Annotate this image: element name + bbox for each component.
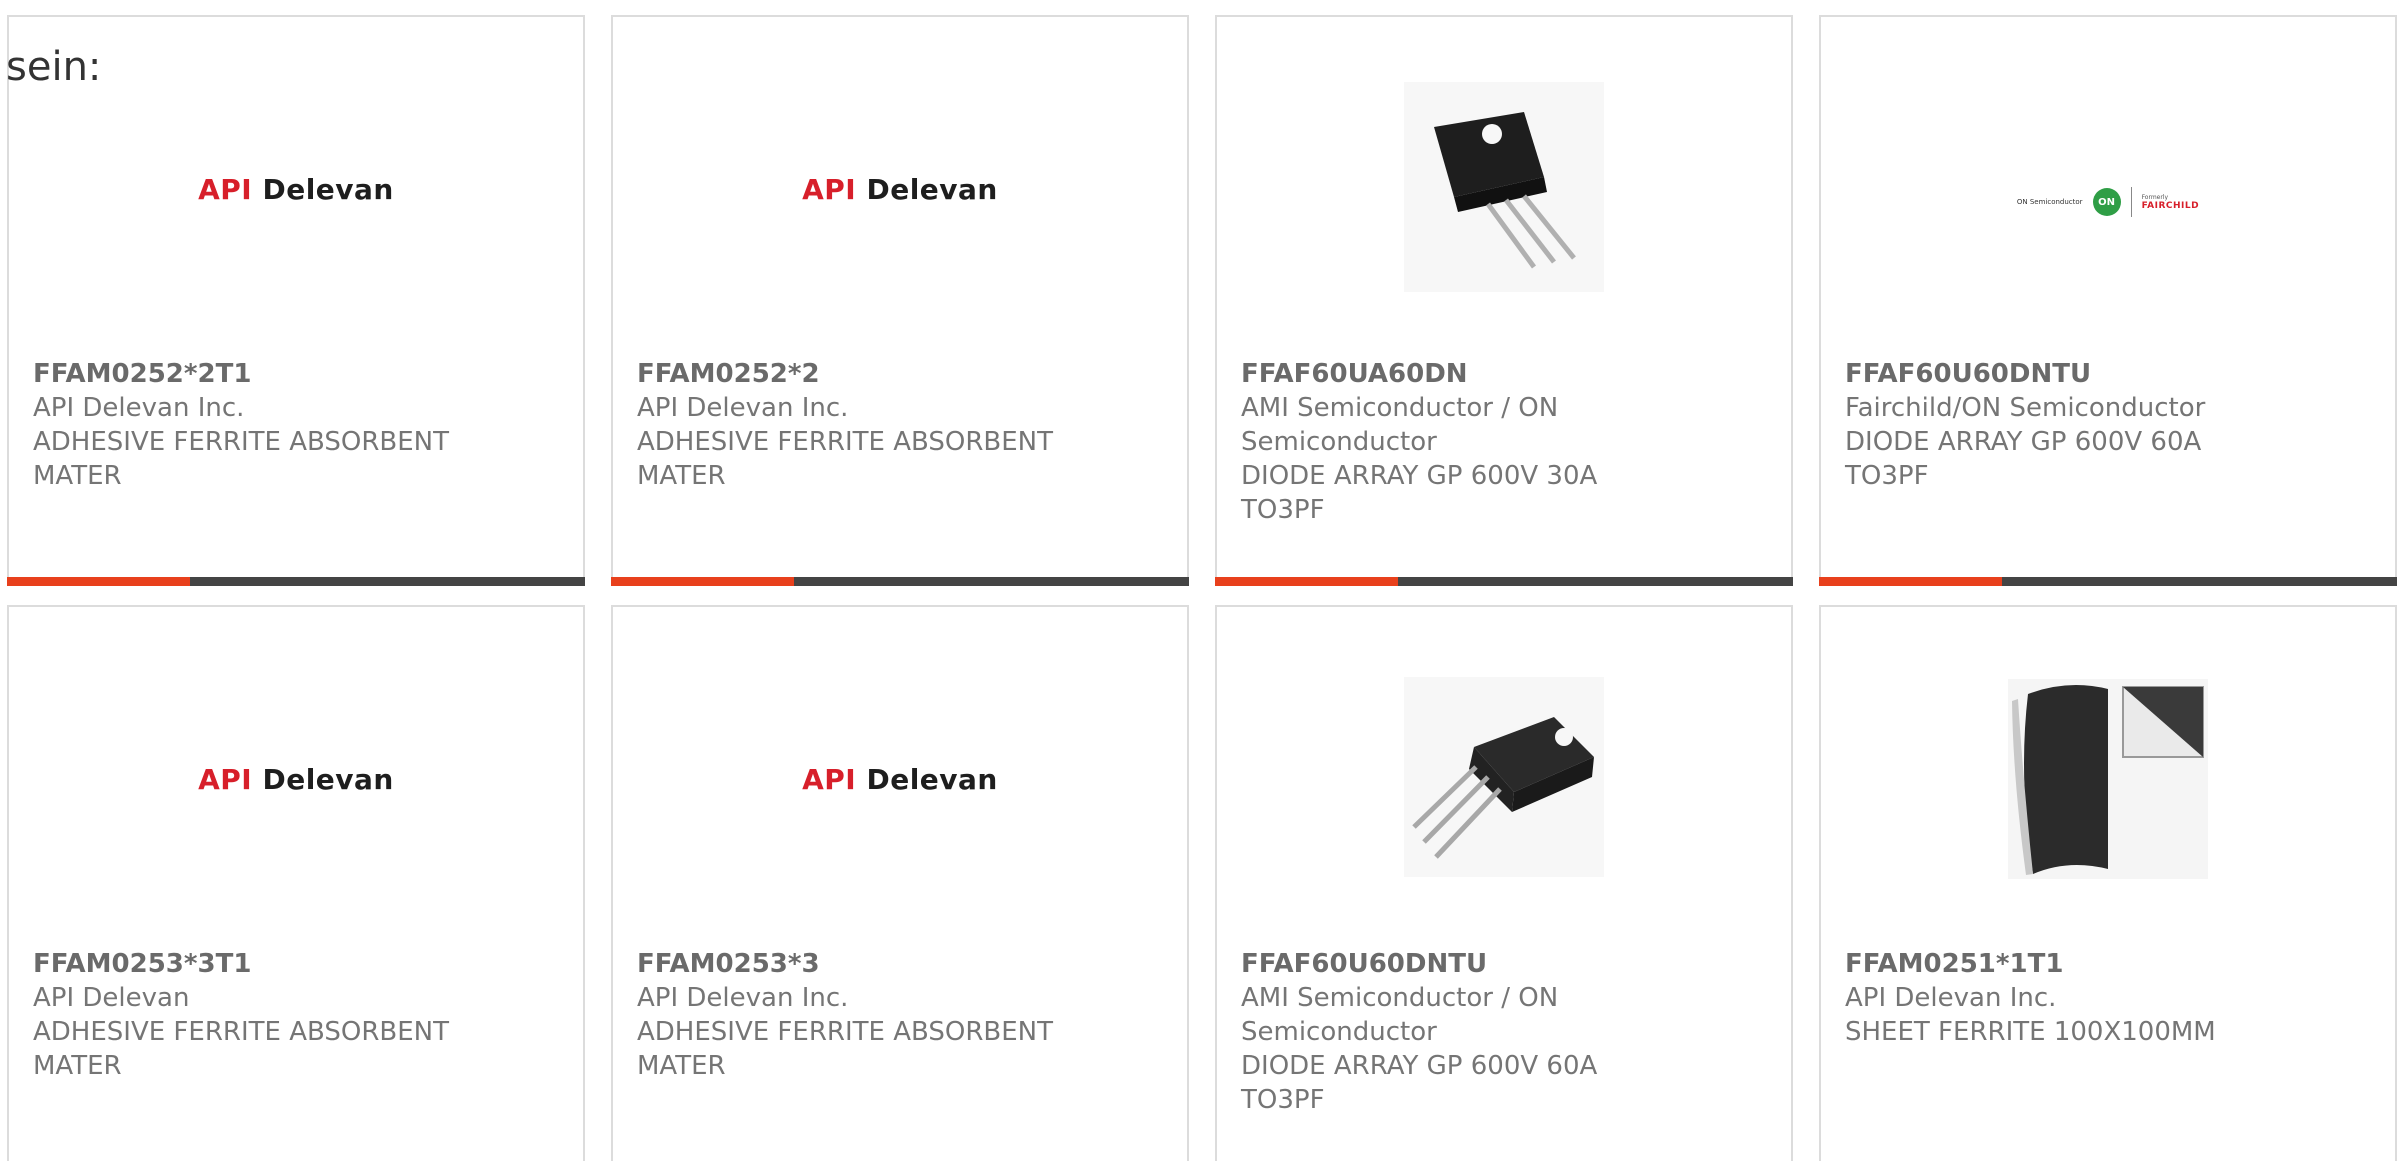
- product-grid: API Delevan FFAM0252*2T1 API Delevan Inc…: [0, 0, 2400, 1161]
- description: DIODE ARRAY GP 600V 60A TO3PF: [1845, 427, 2202, 491]
- product-card[interactable]: ON Semiconductor ON Formerly FAIRCHILD FF…: [1819, 15, 2397, 586]
- card-underline: [1819, 577, 2397, 586]
- manufacturer: AMI Semiconductor / ON Semiconductor: [1241, 983, 1559, 1047]
- product-image: [1217, 607, 1791, 947]
- description: DIODE ARRAY GP 600V 60A TO3PF: [1241, 1051, 1598, 1115]
- product-image: [1821, 607, 2395, 947]
- part-number[interactable]: FFAM0253*3T1: [33, 947, 463, 981]
- part-number[interactable]: FFAF60U60DNTU: [1845, 357, 2275, 391]
- card-underline: [7, 577, 585, 586]
- part-number[interactable]: FFAM0252*2T1: [33, 357, 463, 391]
- api-delevan-logo: API Delevan: [802, 173, 998, 206]
- to220f-package-photo: [1404, 677, 1604, 877]
- product-image: API Delevan: [9, 607, 583, 947]
- card-underline: [1215, 577, 1793, 586]
- description: DIODE ARRAY GP 600V 30A TO3PF: [1241, 461, 1598, 525]
- api-delevan-logo: API Delevan: [198, 763, 394, 796]
- part-number[interactable]: FFAF60U60DNTU: [1241, 947, 1671, 981]
- product-card[interactable]: API Delevan FFAM0252*2 API Delevan Inc. …: [611, 15, 1189, 586]
- product-card[interactable]: FFAF60UA60DN AMI Semiconductor / ON Semi…: [1215, 15, 1793, 586]
- product-card[interactable]: API Delevan FFAM0253*3 API Delevan Inc. …: [611, 605, 1189, 1161]
- manufacturer: Fairchild/ON Semiconductor: [1845, 393, 2206, 423]
- description: ADHESIVE FERRITE ABSORBENT MATER: [33, 1017, 449, 1081]
- product-image: ON Semiconductor ON Formerly FAIRCHILD: [1821, 17, 2395, 357]
- product-card[interactable]: FFAF60U60DNTU AMI Semiconductor / ON Sem…: [1215, 605, 1793, 1161]
- manufacturer: API Delevan Inc.: [1845, 983, 2057, 1013]
- description: ADHESIVE FERRITE ABSORBENT MATER: [637, 427, 1053, 491]
- api-delevan-logo: API Delevan: [802, 763, 998, 796]
- api-delevan-logo: API Delevan: [198, 173, 394, 206]
- part-number[interactable]: FFAF60UA60DN: [1241, 357, 1671, 391]
- product-image: API Delevan: [613, 607, 1187, 947]
- ferrite-sheet-photo: [2008, 679, 2208, 879]
- product-image: [1217, 17, 1791, 357]
- manufacturer: API Delevan Inc.: [637, 983, 849, 1013]
- part-number[interactable]: FFAM0251*1T1: [1845, 947, 2275, 981]
- description: ADHESIVE FERRITE ABSORBENT MATER: [637, 1017, 1053, 1081]
- manufacturer: API Delevan Inc.: [637, 393, 849, 423]
- part-number[interactable]: FFAM0253*3: [637, 947, 1067, 981]
- to3pf-package-photo: [1404, 82, 1604, 292]
- intro-text: sein:: [6, 44, 102, 90]
- product-card[interactable]: FFAM0251*1T1 API Delevan Inc. SHEET FERR…: [1819, 605, 2397, 1161]
- product-card[interactable]: API Delevan FFAM0253*3T1 API Delevan ADH…: [7, 605, 585, 1161]
- manufacturer: API Delevan Inc.: [33, 393, 245, 423]
- manufacturer: AMI Semiconductor / ON Semiconductor: [1241, 393, 1559, 457]
- manufacturer: API Delevan: [33, 983, 190, 1013]
- description: SHEET FERRITE 100X100MM: [1845, 1017, 2216, 1047]
- product-grid-page: sein: API Delevan FFAM0252*2T1 API Delev…: [0, 0, 2400, 1161]
- product-card[interactable]: API Delevan FFAM0252*2T1 API Delevan Inc…: [7, 15, 585, 586]
- card-underline: [611, 577, 1189, 586]
- description: ADHESIVE FERRITE ABSORBENT MATER: [33, 427, 449, 491]
- on-fairchild-logo: ON Semiconductor ON Formerly FAIRCHILD: [1821, 187, 2395, 217]
- part-number[interactable]: FFAM0252*2: [637, 357, 1067, 391]
- product-image: API Delevan: [613, 17, 1187, 357]
